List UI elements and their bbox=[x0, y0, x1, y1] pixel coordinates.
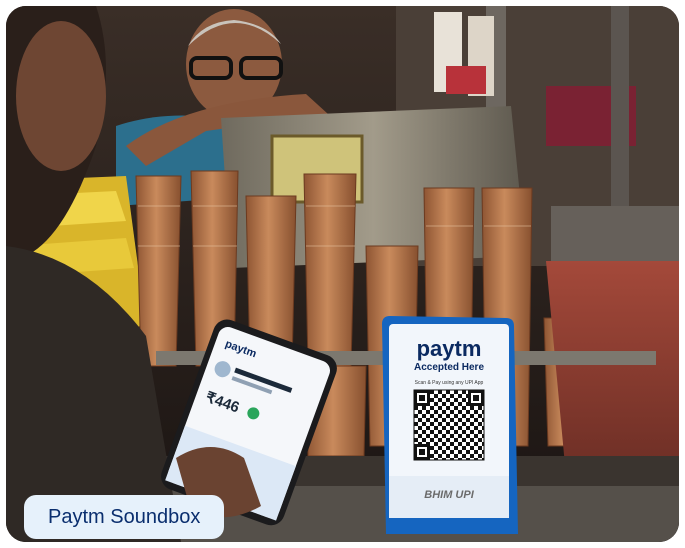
soundbox-footer: BHIM UPI bbox=[424, 489, 474, 501]
soundbox-brand: paytm bbox=[417, 336, 482, 361]
soundbox-subtitle: Accepted Here bbox=[414, 362, 484, 373]
photo-card: paytm ₹446 paytm Accepted Here Scan & Pa… bbox=[6, 6, 679, 542]
soundbox-note: Scan & Pay using any UPI App bbox=[415, 380, 484, 386]
caption-badge: Paytm Soundbox bbox=[24, 495, 225, 539]
paytm-soundbox: paytm Accepted Here Scan & Pay using any… bbox=[382, 316, 518, 534]
caption-text: Paytm Soundbox bbox=[48, 505, 201, 528]
street-stall-photo: paytm ₹446 paytm Accepted Here Scan & Pa… bbox=[6, 6, 679, 542]
